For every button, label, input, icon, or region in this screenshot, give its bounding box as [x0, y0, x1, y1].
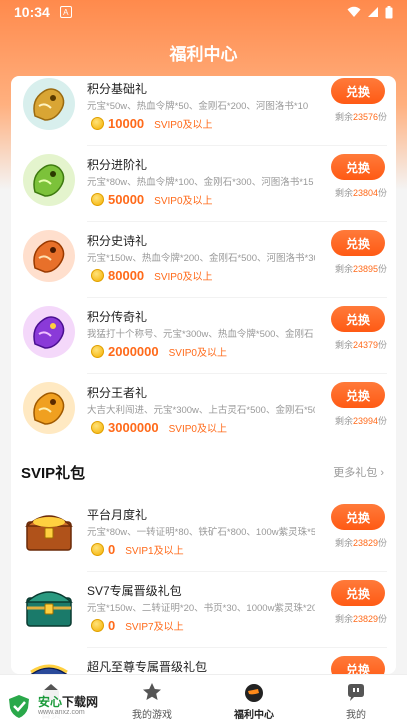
svip-section-header: SVIP礼包 更多礼包 ›: [11, 454, 396, 490]
gift-icon: [245, 684, 263, 702]
watermark-url: www.anxz.com: [38, 709, 85, 716]
watermark: 安心下载网 www.anxz.com: [2, 690, 114, 722]
more-gifts-link[interactable]: 更多礼包 ›: [333, 464, 384, 480]
price-row: 50000 SVIP0及以上: [91, 192, 213, 207]
price-row: 80000 SVIP0及以上: [91, 268, 213, 283]
chat-bubble-icon: [348, 684, 364, 701]
list-item: 积分史诗礼 元宝*150w、热血令牌*200、金刚石*500、河图洛书*30 8…: [11, 222, 396, 298]
tab-my-games[interactable]: 我的游戏: [101, 675, 203, 723]
remaining-count: 剩余23994份: [334, 416, 388, 426]
redeem-button[interactable]: 兑换: [331, 230, 385, 256]
vip-requirement: SVIP0及以上: [168, 348, 227, 359]
item-name: 积分基础礼: [87, 82, 148, 96]
tab-welfare-center[interactable]: 福利中心: [203, 675, 305, 723]
redeem-button[interactable]: 兑换: [331, 504, 385, 530]
vip-requirement: SVIP0及以上: [154, 120, 213, 131]
remaining-count: 剩余23576份: [334, 112, 388, 122]
item-desc: 元宝*80w、热血令牌*100、金刚石*300、河图洛书*15: [87, 177, 314, 188]
tab-label: 福利中心: [234, 710, 274, 721]
redeem-button[interactable]: 兑换: [331, 656, 385, 674]
list-item: SV7专属晋级礼包 元宝*150w、二转证明*20、书页*30、1000w紫灵珠…: [11, 572, 396, 648]
item-name: 积分史诗礼: [87, 234, 148, 248]
item-desc: 元宝*80w、一转证明*80、铁矿石*800、100w紫灵珠*50: [87, 527, 315, 538]
item-name: SV7专属晋级礼包: [87, 584, 182, 598]
coin-icon: [91, 193, 104, 206]
price-row: 3000000 SVIP0及以上: [91, 420, 227, 435]
price-row: 0 SVIP7及以上: [91, 618, 184, 633]
list-item: 积分传奇礼 我猛打十个称号、元宝*300w、热血令牌*500、金刚石 20000…: [11, 298, 396, 374]
purple-dragon-icon: [23, 306, 75, 358]
item-name: 积分进阶礼: [87, 158, 148, 172]
tab-mine[interactable]: 我的: [305, 675, 407, 723]
item-price: 80000: [108, 268, 145, 283]
price-row: 0 SVIP1及以上: [91, 542, 184, 557]
coin-icon: [91, 619, 104, 632]
item-desc: 我猛打十个称号、元宝*300w、热血令牌*500、金刚石: [87, 329, 314, 340]
ornate-chest-icon: [30, 664, 68, 674]
status-time: 10:34: [14, 4, 50, 20]
signal-icon: [368, 7, 378, 17]
item-name: 平台月度礼: [87, 508, 148, 522]
item-price: 10000: [108, 116, 145, 131]
vip-requirement: SVIP0及以上: [168, 424, 227, 435]
item-desc: 元宝*150w、热血令牌*200、金刚石*500、河图洛书*30: [87, 253, 315, 264]
item-price: 50000: [108, 192, 145, 207]
vip-requirement: SVIP7及以上: [125, 622, 184, 633]
item-price: 0: [108, 618, 116, 633]
star-icon: [143, 683, 161, 700]
page-title: 福利中心: [169, 45, 238, 64]
item-desc: 元宝*150w、二转证明*20、书页*30、1000w紫灵珠*20: [87, 603, 315, 614]
list-item: 积分基础礼 元宝*50w、热血令牌*50、金刚石*200、河图洛书*10 100…: [11, 76, 396, 146]
remaining-count: 剩余23829份: [334, 538, 388, 548]
orange-dragon-icon: [23, 382, 75, 434]
item-price: 0: [108, 542, 116, 557]
coin-icon: [91, 345, 104, 358]
notification-icon: A: [59, 6, 72, 18]
battery-icon: [385, 5, 393, 18]
list-item: 积分王者礼 大吉大利闯进、元宝*300w、上古灵石*500、金刚石*500 30…: [11, 374, 396, 450]
vip-requirement: SVIP0及以上: [154, 196, 213, 207]
coin-icon: [91, 269, 104, 282]
vip-requirement: SVIP1及以上: [125, 546, 184, 557]
tab-label: 我的: [346, 710, 366, 721]
shield-logo-icon: [9, 695, 29, 718]
list-item: 积分进阶礼 元宝*80w、热血令牌*100、金刚石*300、河图洛书*15 50…: [11, 146, 396, 222]
item-price: 3000000: [108, 420, 159, 435]
item-name: 积分传奇礼: [87, 310, 148, 324]
treasure-chest-icon: [25, 515, 73, 551]
section-title: SVIP礼包: [21, 465, 86, 482]
red-dragon-icon: [23, 230, 75, 282]
redeem-button[interactable]: 兑换: [331, 580, 385, 606]
item-desc: 大吉大利闯进、元宝*300w、上古灵石*500、金刚石*500: [87, 405, 315, 416]
vip-requirement: SVIP0及以上: [154, 272, 213, 283]
redeem-button[interactable]: 兑换: [331, 306, 385, 332]
list-item: 超凡至尊专属晋级礼包 兑换: [11, 648, 396, 674]
list-item: 平台月度礼 元宝*80w、一转证明*80、铁矿石*800、100w紫灵珠*50 …: [11, 496, 396, 572]
price-row: 2000000 SVIP0及以上: [91, 344, 227, 359]
content-card: 积分基础礼 元宝*50w、热血令牌*50、金刚石*200、河图洛书*10 100…: [11, 76, 396, 674]
green-dragon-icon: [23, 154, 75, 206]
coin-icon: [91, 421, 104, 434]
coin-icon: [91, 543, 104, 556]
golden-dragon-icon: [23, 78, 75, 130]
remaining-count: 剩余23829份: [334, 614, 388, 624]
item-name: 超凡至尊专属晋级礼包: [87, 660, 208, 674]
tab-label: 我的游戏: [132, 710, 172, 721]
status-icons: [347, 5, 393, 19]
jade-chest-icon: [25, 591, 73, 627]
remaining-count: 剩余23804份: [334, 188, 388, 198]
redeem-button[interactable]: 兑换: [331, 154, 385, 180]
remaining-count: 剩余24379份: [334, 340, 388, 350]
remaining-count: 剩余23895份: [334, 264, 388, 274]
item-price: 2000000: [108, 344, 159, 359]
coin-icon: [91, 117, 104, 130]
redeem-button[interactable]: 兑换: [331, 78, 385, 104]
wifi-icon: [347, 6, 361, 17]
status-bar: 10:34 A: [0, 0, 407, 24]
item-desc: 元宝*50w、热血令牌*50、金刚石*200、河图洛书*10: [87, 101, 309, 112]
item-name: 积分王者礼: [87, 386, 148, 400]
redeem-button[interactable]: 兑换: [331, 382, 385, 408]
price-row: 10000 SVIP0及以上: [91, 116, 213, 131]
watermark-title: 安心下载网: [38, 695, 99, 709]
